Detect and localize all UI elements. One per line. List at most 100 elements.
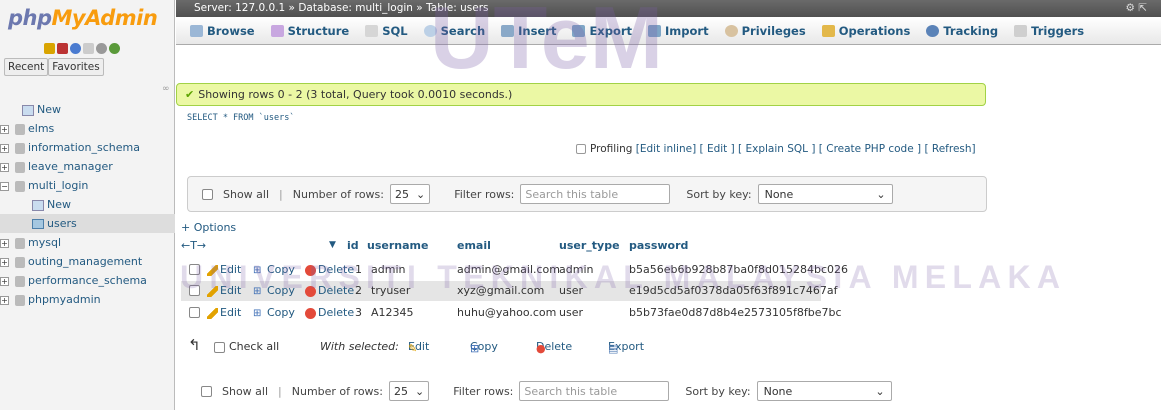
edit-button[interactable]: Edit	[207, 306, 241, 319]
bulk-edit-button[interactable]: ✎ Edit	[408, 340, 429, 355]
options-toggle[interactable]: + Options	[181, 221, 236, 234]
delete-button[interactable]: Delete	[305, 263, 354, 276]
copy-button[interactable]: ⊞ Copy	[253, 306, 295, 319]
export-icon	[572, 24, 586, 37]
rows-per-page-select[interactable]: 25 ⌄	[388, 381, 430, 401]
database-icon	[15, 237, 25, 249]
breadcrumb-table[interactable]: Table: users	[426, 2, 488, 14]
navigation-panel: phpMyAdmin Recent Favorites ∞ New + elms …	[0, 0, 175, 410]
database-icon	[15, 256, 25, 268]
insert-icon	[501, 24, 515, 37]
reload-icon[interactable]	[109, 42, 120, 54]
tree-item-new[interactable]: New	[0, 100, 175, 119]
column-username[interactable]: username	[367, 239, 428, 252]
row-checkbox[interactable]	[189, 285, 200, 296]
new-icon	[32, 199, 44, 211]
tracking-icon	[926, 24, 940, 37]
tree-item-users[interactable]: users	[0, 214, 175, 233]
row-checkbox[interactable]	[189, 307, 200, 318]
sort-icon[interactable]: ▼	[329, 240, 336, 250]
help-icon[interactable]	[70, 42, 81, 54]
link-icon[interactable]: ∞	[162, 84, 170, 94]
collapse-icon[interactable]: −	[0, 181, 9, 191]
column-arrows[interactable]: ←T→	[181, 239, 206, 252]
triggers-icon	[1014, 24, 1028, 37]
expand-icon[interactable]: +	[0, 276, 9, 286]
copy-button[interactable]: ⊞ Copy	[253, 284, 295, 297]
edit-button[interactable]: Edit	[207, 263, 241, 276]
column-id[interactable]: id	[347, 239, 359, 252]
favorites-tab[interactable]: Favorites	[48, 58, 104, 76]
database-icon	[15, 142, 25, 154]
recent-tab[interactable]: Recent	[4, 58, 49, 76]
show-all-checkbox[interactable]	[201, 385, 212, 397]
expand-icon[interactable]: +	[0, 257, 9, 267]
logout-icon[interactable]	[57, 42, 68, 54]
check-all-checkbox[interactable]	[214, 341, 225, 353]
breadcrumb: Server: 127.0.0.1 » Database: multi_logi…	[176, 0, 1161, 17]
column-email[interactable]: email	[457, 239, 491, 252]
expand-icon[interactable]: +	[0, 124, 9, 134]
table-row: Edit ⊞ Copy Delete 3 A12345 huhu@yahoo.co…	[181, 303, 842, 323]
copy-button[interactable]: ⊞ Copy	[253, 263, 295, 276]
tab-search[interactable]: Search	[416, 19, 494, 43]
sort-by-key-select[interactable]: None ⌄	[756, 381, 892, 401]
tree-item-outing-management[interactable]: + outing_management	[0, 252, 175, 271]
expand-icon[interactable]: +	[0, 238, 9, 248]
tree-item-phpmyadmin[interactable]: + phpmyadmin	[0, 290, 175, 309]
settings-icon[interactable]	[96, 42, 107, 54]
column-user-type[interactable]: user_type	[559, 239, 620, 252]
bulk-copy-button[interactable]: ⊞ Copy	[470, 340, 498, 355]
tab-privileges[interactable]: Privileges	[717, 19, 814, 43]
rows-per-page-select[interactable]: 25 ⌄	[389, 184, 431, 204]
tree-item-multi-login[interactable]: − multi_login	[0, 176, 175, 195]
tab-tracking[interactable]: Tracking	[918, 19, 1006, 43]
settings-icon[interactable]: ⚙ ⇱	[1125, 0, 1147, 17]
delete-button[interactable]: Delete	[305, 306, 354, 319]
copy-icon: ⊞	[253, 307, 262, 319]
tab-browse[interactable]: Browse	[182, 19, 263, 43]
bulk-export-button[interactable]: ▤ Export	[608, 340, 644, 355]
expand-icon[interactable]: +	[0, 143, 9, 153]
delete-button[interactable]: Delete	[305, 284, 354, 297]
breadcrumb-database[interactable]: Database: multi_login	[298, 2, 413, 14]
profiling-bar: Profiling [Edit inline] [ Edit ] [ Expla…	[576, 143, 976, 155]
browse-icon	[190, 24, 203, 37]
tab-export[interactable]: Export	[564, 19, 640, 43]
profiling-checkbox[interactable]	[576, 144, 586, 154]
table-navigation-bottom: Show all | Number of rows: 25 ⌄ Filter r…	[187, 373, 987, 409]
filter-rows-input[interactable]: Search this table	[520, 184, 671, 204]
tab-sql[interactable]: SQL	[357, 19, 415, 43]
tree-item-elms[interactable]: + elms	[0, 119, 175, 138]
tab-insert[interactable]: Insert	[493, 19, 564, 43]
delete-icon	[305, 264, 316, 276]
home-icon[interactable]	[44, 42, 55, 54]
tree-item-leave-manager[interactable]: + leave_manager	[0, 157, 175, 176]
tree-item-mysql[interactable]: + mysql	[0, 233, 175, 252]
tab-operations[interactable]: Operations	[814, 19, 919, 43]
docs-icon[interactable]	[83, 42, 94, 54]
tab-triggers[interactable]: Triggers	[1006, 19, 1092, 43]
row-checkbox[interactable]	[189, 264, 200, 275]
tree-item-performance-schema[interactable]: + performance_schema	[0, 271, 175, 290]
edit-button[interactable]: Edit	[207, 284, 241, 297]
tab-structure[interactable]: Structure	[263, 19, 358, 43]
tree-item-information-schema[interactable]: + information_schema	[0, 138, 175, 157]
tab-import[interactable]: Import	[640, 19, 717, 43]
tree-item-new-table[interactable]: New	[0, 195, 175, 214]
check-all[interactable]: Check all	[214, 340, 279, 353]
column-password[interactable]: password	[629, 239, 688, 252]
import-icon	[648, 24, 662, 37]
expand-icon[interactable]: +	[0, 295, 9, 305]
phpmyadmin-logo[interactable]: phpMyAdmin	[0, 0, 174, 38]
sort-by-key-select[interactable]: None ⌄	[757, 184, 893, 204]
bulk-delete-button[interactable]: ● Delete	[536, 340, 572, 355]
show-all-checkbox[interactable]	[202, 188, 213, 200]
filter-rows-input[interactable]: Search this table	[519, 381, 670, 401]
query-links[interactable]: [Edit inline] [ Edit ] [ Explain SQL ] […	[636, 143, 976, 155]
breadcrumb-server[interactable]: Server: 127.0.0.1	[194, 2, 285, 14]
sql-query[interactable]: SELECT * FROM `users`	[187, 113, 294, 123]
table-icon	[32, 219, 44, 229]
copy-icon: ⊞	[253, 264, 262, 276]
expand-icon[interactable]: +	[0, 162, 9, 172]
